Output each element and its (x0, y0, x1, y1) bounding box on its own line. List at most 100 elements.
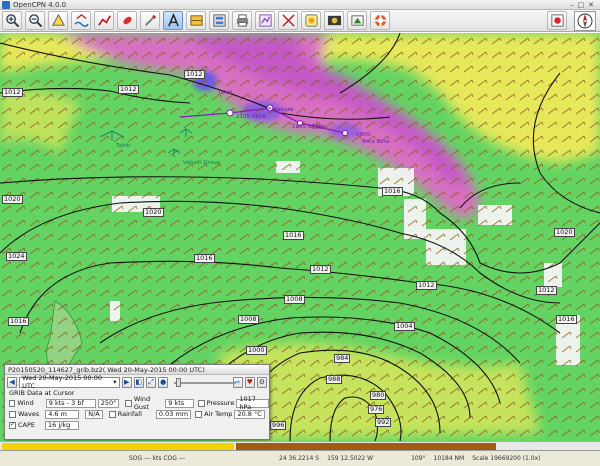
zoom-in-icon[interactable] (2, 11, 22, 30)
request-icon[interactable]: ♥ (244, 376, 255, 388)
isobar-label: 1016 (382, 187, 403, 196)
isobar-label: 1020 (143, 208, 164, 217)
isobar-label: 1016 (8, 317, 29, 326)
pressure-value: 1017 hPa (236, 395, 270, 411)
chart-quilt-icon[interactable] (186, 11, 206, 30)
isobar-label: 1012 (118, 85, 139, 94)
isobar-label: 1012 (184, 70, 205, 79)
chart-marker-label[interactable]: Vahaiti Group (183, 160, 220, 166)
grib-dialog[interactable]: P20150520_114627_grib.bz2( Wed 20-May-20… (4, 364, 270, 440)
close-button[interactable]: ✕ (588, 1, 594, 9)
now-button[interactable]: ◧ (133, 376, 144, 388)
prev-record-button[interactable]: ◀ (7, 376, 18, 388)
window-title: OpenCPN 4.0.0 (13, 0, 67, 9)
distance-readout: 10184 NM (433, 455, 465, 462)
cape-label: CAPE (18, 421, 36, 429)
settings-gear-icon[interactable]: ⚙ (256, 376, 268, 388)
track-icon[interactable] (278, 11, 298, 30)
wind-checkbox[interactable] (9, 399, 16, 407)
pressure-label: Pressure (206, 399, 235, 407)
route-icon[interactable] (94, 11, 114, 30)
zoom-out-icon[interactable] (25, 11, 45, 30)
waypoint-icon[interactable] (117, 11, 137, 30)
date-time-select[interactable]: Wed 20-May-2015 00:00 UTC ▾ (19, 374, 120, 390)
isobar-label: 1012 (536, 286, 557, 295)
sog-cog-readout: SOG --- kts COG --- (129, 455, 186, 462)
isobar-label: 1016 (194, 254, 215, 263)
ais-icon[interactable] (140, 11, 160, 30)
settings-icon[interactable] (209, 11, 229, 30)
airtemp-checkbox[interactable] (195, 410, 203, 418)
waves-checkbox[interactable] (9, 410, 16, 418)
maximize-button[interactable]: □ (578, 1, 585, 9)
bearing-readout: 109° (411, 455, 426, 462)
rainfall-checkbox[interactable] (108, 410, 116, 418)
airtemp-label: Air Temp (204, 410, 233, 418)
chart-marker-label[interactable]: Borabora (268, 107, 293, 113)
rainfall-label: Rainfall (117, 410, 142, 418)
grib-icon[interactable] (324, 11, 344, 30)
latitude-readout: 24 36.2214 S (279, 455, 320, 462)
chevron-down-icon: ▾ (113, 378, 117, 386)
isobar-label: 992 (375, 418, 392, 427)
isobar-label: 1008 (238, 315, 259, 324)
isobar-label: 1024 (6, 252, 27, 261)
wind-label: Wind (17, 399, 34, 407)
chart-marker-label[interactable]: Tahiti (116, 143, 131, 149)
isobar-label: 1012 (2, 88, 23, 97)
isobar-label: 1000 (246, 346, 267, 355)
wind-gust-checkbox[interactable] (125, 399, 132, 407)
next-record-button[interactable]: ▶ (121, 376, 132, 388)
chart-marker-label[interactable]: 0805- (356, 132, 372, 138)
compass-icon[interactable] (574, 10, 596, 31)
rainfall-value: 0.03 mm (155, 409, 192, 419)
date-time-value: Wed 20-May-2015 00:00 UTC (22, 374, 103, 390)
scale-icon[interactable] (48, 11, 68, 30)
cape-value: 16 j/kg (45, 420, 80, 430)
isobar-label: 1016 (283, 231, 304, 240)
isobar-label: 1012 (416, 281, 437, 290)
zoom-to-icon[interactable]: ⤢ (145, 376, 157, 388)
isobar-label: 1004 (394, 322, 415, 331)
isobar-label: 1020 (554, 228, 575, 237)
isobar-label: 980 (370, 391, 387, 400)
title-bar: OpenCPN 4.0.0 – □ ✕ (0, 0, 600, 10)
timeline-segment-brown (236, 443, 496, 450)
color-scheme-icon[interactable] (301, 11, 321, 30)
lifebuoy-icon[interactable] (370, 11, 390, 30)
cape-checkbox[interactable]: ✓ (9, 421, 16, 429)
minimize-button[interactable]: – (570, 1, 574, 9)
chart-marker-label[interactable]: 1505- (312, 125, 328, 131)
isobar-label: 1008 (284, 295, 305, 304)
timeline-bar (0, 441, 600, 450)
pressure-checkbox[interactable] (198, 399, 205, 407)
waves-label: Waves (18, 410, 40, 418)
longitude-readout: 159 12.5022 W (327, 455, 374, 462)
chart-info-icon[interactable] (547, 11, 567, 30)
chart-marker-label[interactable]: Bora Bora (362, 139, 389, 145)
isobar-label: 1012 (310, 265, 331, 274)
isobar-label: 1016 (556, 315, 577, 324)
isobar-label: 988 (326, 375, 343, 384)
main-toolbar (0, 10, 600, 32)
tide-icon[interactable] (71, 11, 91, 30)
chart-marker-label[interactable]: 2105-0616 (236, 114, 266, 120)
isobar-label: 1020 (2, 195, 23, 204)
wind-value: 9 kts - 3 bf (45, 398, 96, 408)
timeline-segment-yellow (2, 443, 234, 450)
wind-gust-value: 9 kts (165, 398, 195, 408)
waves-value: 4.6 m (45, 409, 80, 419)
chart-marker-label[interactable]: Tahiti (218, 90, 233, 96)
isobar-label: 984 (334, 354, 351, 363)
isobar-label: 996 (270, 421, 287, 430)
text-icon[interactable] (163, 11, 183, 30)
isobar-label: 976 (368, 405, 385, 414)
mob-icon[interactable] (347, 11, 367, 30)
waves-direction: N/A (85, 409, 103, 419)
scale-readout: Scale 19669200 (1.0x) (472, 455, 541, 462)
time-slider[interactable] (174, 377, 237, 388)
route-manager-icon[interactable] (255, 11, 275, 30)
print-icon[interactable] (232, 11, 252, 30)
playback-icon[interactable]: ● (158, 376, 169, 388)
airtemp-value: 20.8 °C (234, 409, 265, 419)
